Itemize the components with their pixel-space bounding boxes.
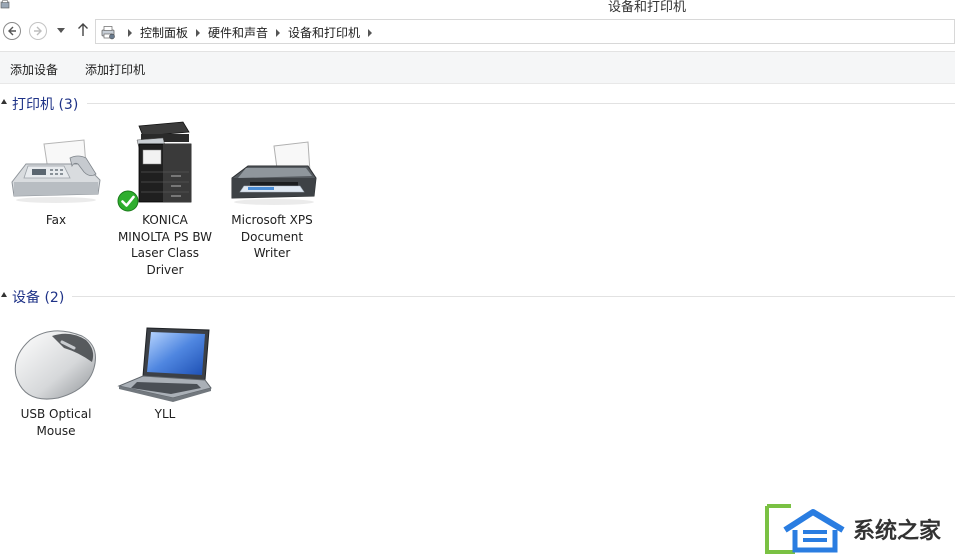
collapse-triangle-icon[interactable] bbox=[1, 292, 7, 297]
arrow-left-icon bbox=[8, 26, 16, 36]
group-title-devices: 设备 (2) bbox=[12, 290, 65, 306]
group-divider bbox=[87, 103, 955, 104]
collapse-triangle-icon[interactable] bbox=[1, 99, 7, 104]
group-divider bbox=[72, 296, 955, 297]
breadcrumb-separator-icon[interactable] bbox=[196, 28, 201, 37]
group-header-devices[interactable]: 设备 (2) bbox=[0, 287, 955, 306]
breadcrumb-control-panel[interactable]: 控制面板 bbox=[140, 24, 188, 41]
title-bar: 设备和打印机 bbox=[0, 0, 955, 15]
device-label: YLL bbox=[154, 407, 176, 421]
breadcrumb-separator-icon[interactable] bbox=[128, 28, 132, 37]
house-logo-icon bbox=[765, 504, 845, 554]
fax-icon bbox=[8, 120, 104, 212]
up-arrow-icon[interactable] bbox=[77, 23, 89, 37]
mouse-icon bbox=[8, 314, 104, 406]
breadcrumb-separator-icon[interactable] bbox=[276, 28, 281, 37]
laptop-icon bbox=[117, 314, 213, 406]
breadcrumb-hardware-sound[interactable]: 硬件和声音 bbox=[208, 24, 268, 41]
window-title: 设备和打印机 bbox=[608, 0, 687, 15]
device-item-yll[interactable]: YLL bbox=[117, 314, 213, 423]
command-bar: 添加设备 添加打印机 bbox=[0, 51, 955, 84]
device-label: Microsoft XPS Document Writer bbox=[231, 213, 313, 260]
breadcrumb-devices-printers[interactable]: 设备和打印机 bbox=[288, 24, 360, 41]
device-item-microsoft-xps[interactable]: Microsoft XPS Document Writer bbox=[224, 120, 320, 262]
device-item-fax[interactable]: Fax bbox=[8, 120, 104, 229]
add-printer-button[interactable]: 添加打印机 bbox=[85, 61, 145, 78]
watermark-text: 系统之家 bbox=[853, 519, 942, 544]
default-printer-check-icon bbox=[117, 190, 139, 212]
devices-printers-app-icon bbox=[0, 0, 10, 9]
copier-printer-icon bbox=[117, 120, 213, 212]
breadcrumb-separator-icon[interactable] bbox=[368, 28, 373, 37]
group-header-printers[interactable]: 打印机 (3) bbox=[0, 94, 955, 113]
back-button[interactable] bbox=[3, 22, 21, 40]
devices-printers-location-icon bbox=[101, 26, 115, 40]
breadcrumb: 控制面板 硬件和声音 设备和打印机 bbox=[120, 24, 380, 41]
device-label: USB Optical Mouse bbox=[20, 407, 92, 438]
device-label: Fax bbox=[45, 213, 67, 227]
printer-icon bbox=[224, 120, 320, 212]
device-item-konica-minolta[interactable]: KONICA MINOLTA PS BW Laser Class Driver bbox=[117, 120, 213, 278]
forward-button[interactable] bbox=[29, 22, 47, 40]
group-title-printers: 打印机 (3) bbox=[12, 97, 79, 113]
site-watermark: 系统之家 bbox=[765, 500, 955, 555]
device-label: KONICA MINOLTA PS BW Laser Class Driver bbox=[117, 213, 213, 277]
device-item-usb-optical-mouse[interactable]: USB Optical Mouse bbox=[8, 314, 104, 439]
recent-locations-dropdown[interactable] bbox=[57, 28, 65, 34]
add-device-button[interactable]: 添加设备 bbox=[10, 61, 58, 78]
navigation-bar: 控制面板 硬件和声音 设备和打印机 bbox=[0, 16, 955, 48]
address-bar[interactable]: 控制面板 硬件和声音 设备和打印机 bbox=[95, 19, 955, 44]
arrow-right-icon bbox=[34, 26, 42, 36]
